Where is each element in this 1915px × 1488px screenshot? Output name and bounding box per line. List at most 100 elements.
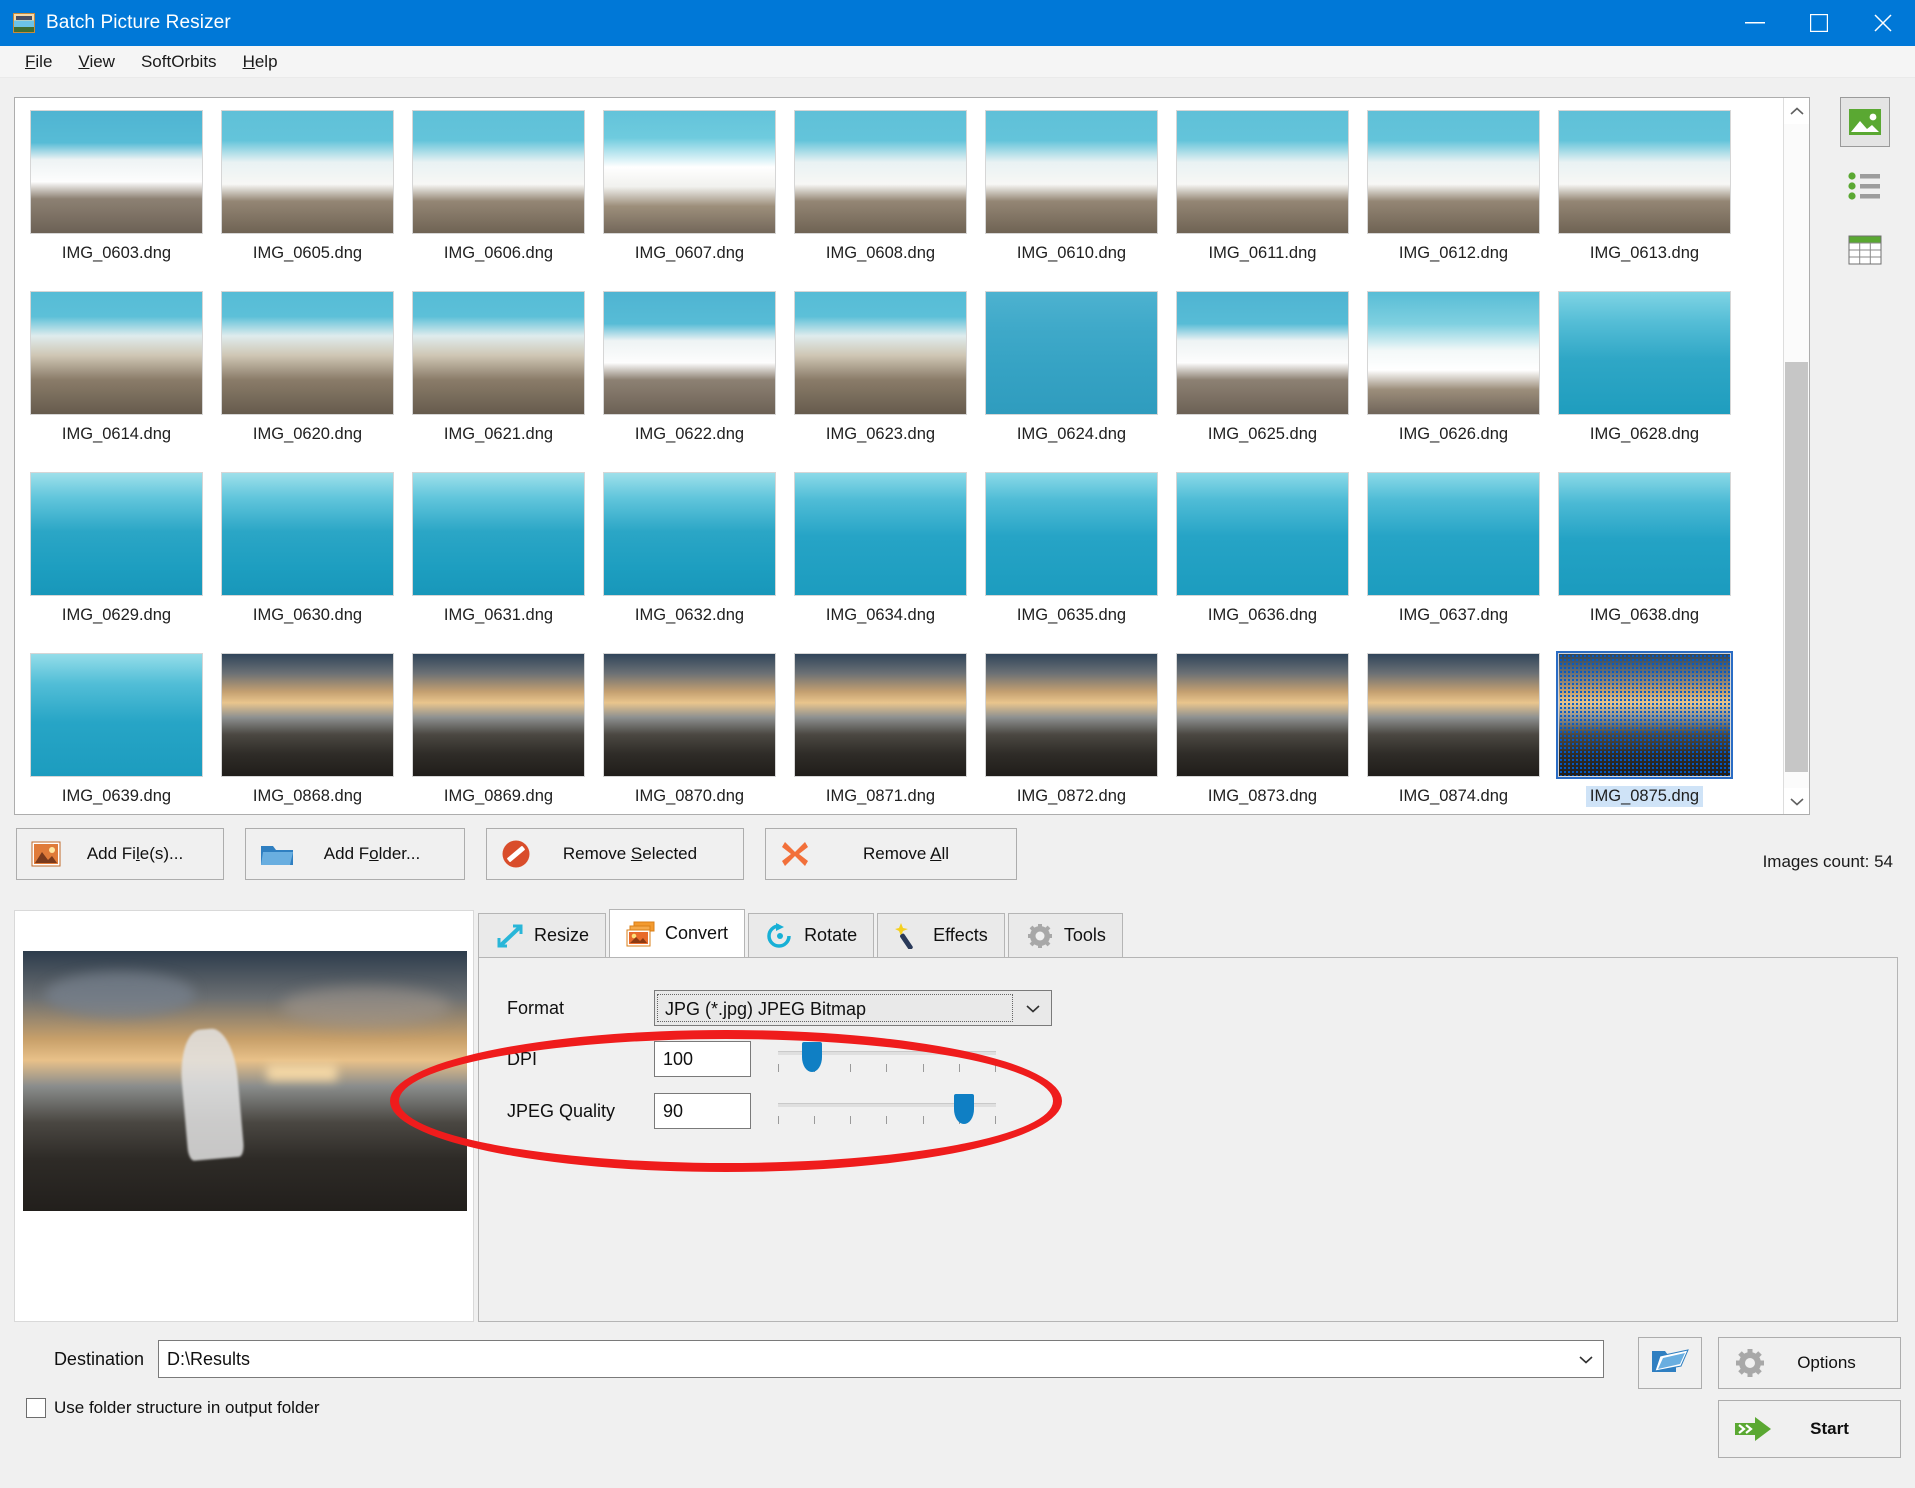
tab-effects[interactable]: Effects xyxy=(877,913,1005,957)
thumbnail-image[interactable] xyxy=(1176,110,1349,234)
start-button[interactable]: Start xyxy=(1718,1400,1901,1458)
thumbnail-item[interactable]: IMG_0611.dng xyxy=(1167,106,1358,287)
use-folder-structure-row[interactable]: Use folder structure in output folder xyxy=(26,1398,320,1418)
thumbnail-item[interactable]: IMG_0869.dng xyxy=(403,649,594,814)
scrollbar-track[interactable] xyxy=(1784,124,1809,788)
thumbnail-item[interactable]: IMG_0610.dng xyxy=(976,106,1167,287)
quality-slider[interactable] xyxy=(778,1094,996,1128)
thumbnail-image[interactable] xyxy=(1367,291,1540,415)
thumbnail-item[interactable]: IMG_0871.dng xyxy=(785,649,976,814)
thumbnail-image[interactable] xyxy=(603,472,776,596)
thumbnail-item[interactable]: IMG_0628.dng xyxy=(1549,287,1740,468)
remove-selected-button[interactable]: Remove Selected xyxy=(486,828,744,880)
add-files-button[interactable]: Add File(s)... xyxy=(16,828,224,880)
thumbnail-image[interactable] xyxy=(794,291,967,415)
thumbnail-image[interactable] xyxy=(1558,472,1731,596)
browse-destination-button[interactable] xyxy=(1638,1337,1702,1389)
add-folder-button[interactable]: Add Folder... xyxy=(245,828,465,880)
thumbnail-image[interactable] xyxy=(30,291,203,415)
thumbnail-item[interactable]: IMG_0629.dng xyxy=(21,468,212,649)
thumbnail-image[interactable] xyxy=(221,291,394,415)
thumbnail-image[interactable] xyxy=(221,653,394,777)
tab-convert[interactable]: Convert xyxy=(609,909,746,957)
thumbnail-item[interactable]: IMG_0872.dng xyxy=(976,649,1167,814)
thumbnail-image[interactable] xyxy=(985,472,1158,596)
thumbnail-image[interactable] xyxy=(1558,110,1731,234)
thumbnail-item[interactable]: IMG_0605.dng xyxy=(212,106,403,287)
thumbnail-image[interactable] xyxy=(794,110,967,234)
thumbnail-item[interactable]: IMG_0621.dng xyxy=(403,287,594,468)
thumbnail-item[interactable]: IMG_0870.dng xyxy=(594,649,785,814)
thumbnail-item[interactable]: IMG_0635.dng xyxy=(976,468,1167,649)
thumbnail-scrollbar[interactable] xyxy=(1783,98,1809,814)
thumbnail-image[interactable] xyxy=(1558,291,1731,415)
thumbnail-item[interactable]: IMG_0603.dng xyxy=(21,106,212,287)
thumbnail-item[interactable]: IMG_0624.dng xyxy=(976,287,1167,468)
maximize-icon[interactable] xyxy=(1787,0,1851,46)
thumbnail-item[interactable]: IMG_0636.dng xyxy=(1167,468,1358,649)
thumbnail-item[interactable]: IMG_0875.dng xyxy=(1549,649,1740,814)
thumbnail-image[interactable] xyxy=(30,110,203,234)
thumbnail-item[interactable]: IMG_0639.dng xyxy=(21,649,212,814)
quality-input[interactable] xyxy=(654,1093,751,1129)
format-select[interactable]: JPG (*.jpg) JPEG Bitmap xyxy=(654,990,1052,1026)
thumbnail-image[interactable] xyxy=(603,110,776,234)
thumbnail-image[interactable] xyxy=(985,110,1158,234)
destination-select[interactable]: D:\Results xyxy=(158,1340,1604,1378)
thumbnail-item[interactable]: IMG_0868.dng xyxy=(212,649,403,814)
thumbnail-image[interactable] xyxy=(794,472,967,596)
thumbnail-item[interactable]: IMG_0606.dng xyxy=(403,106,594,287)
scroll-down-icon[interactable] xyxy=(1784,788,1809,814)
tab-resize[interactable]: Resize xyxy=(478,913,607,957)
thumbnail-item[interactable]: IMG_0622.dng xyxy=(594,287,785,468)
thumbnail-item[interactable]: IMG_0608.dng xyxy=(785,106,976,287)
menu-view[interactable]: View xyxy=(65,48,128,76)
dpi-slider[interactable] xyxy=(778,1042,996,1076)
thumbnail-image[interactable] xyxy=(1176,653,1349,777)
thumbnail-item[interactable]: IMG_0632.dng xyxy=(594,468,785,649)
scrollbar-thumb[interactable] xyxy=(1785,362,1808,772)
thumbnail-item[interactable]: IMG_0630.dng xyxy=(212,468,403,649)
thumbnail-image[interactable] xyxy=(221,472,394,596)
thumbnail-item[interactable]: IMG_0638.dng xyxy=(1549,468,1740,649)
thumbnail-image[interactable] xyxy=(412,472,585,596)
minimize-icon[interactable] xyxy=(1723,0,1787,46)
thumbnail-item[interactable]: IMG_0874.dng xyxy=(1358,649,1549,814)
thumbnail-image[interactable] xyxy=(1367,472,1540,596)
thumbnail-item[interactable]: IMG_0626.dng xyxy=(1358,287,1549,468)
thumbnail-image[interactable] xyxy=(603,291,776,415)
thumbnail-image[interactable] xyxy=(985,653,1158,777)
dpi-slider-knob[interactable] xyxy=(801,1042,822,1072)
thumbnail-image[interactable] xyxy=(30,653,203,777)
menu-help[interactable]: Help xyxy=(230,48,291,76)
chevron-down-icon[interactable] xyxy=(1569,1355,1603,1364)
thumbnail-item[interactable]: IMG_0612.dng xyxy=(1358,106,1549,287)
table-view-icon[interactable] xyxy=(1840,225,1890,275)
thumbnail-image[interactable] xyxy=(412,110,585,234)
thumbnail-image[interactable] xyxy=(412,653,585,777)
thumbnail-image[interactable] xyxy=(30,472,203,596)
thumbnail-item[interactable]: IMG_0613.dng xyxy=(1549,106,1740,287)
thumbnail-image[interactable] xyxy=(412,291,585,415)
thumbnail-item[interactable]: IMG_0620.dng xyxy=(212,287,403,468)
thumbnail-image[interactable] xyxy=(1176,291,1349,415)
thumbnail-view-icon[interactable] xyxy=(1840,97,1890,147)
remove-all-button[interactable]: Remove All xyxy=(765,828,1017,880)
thumbnail-item[interactable]: IMG_0637.dng xyxy=(1358,468,1549,649)
thumbnail-item[interactable]: IMG_0607.dng xyxy=(594,106,785,287)
tab-rotate[interactable]: Rotate xyxy=(748,913,875,957)
thumbnail-image[interactable] xyxy=(794,653,967,777)
thumbnail-image[interactable] xyxy=(603,653,776,777)
tab-tools[interactable]: Tools xyxy=(1007,913,1123,957)
thumbnail-item[interactable]: IMG_0614.dng xyxy=(21,287,212,468)
use-folder-structure-checkbox[interactable] xyxy=(26,1398,46,1418)
thumbnail-item[interactable]: IMG_0625.dng xyxy=(1167,287,1358,468)
thumbnail-item[interactable]: IMG_0631.dng xyxy=(403,468,594,649)
thumbnail-item[interactable]: IMG_0634.dng xyxy=(785,468,976,649)
dpi-input[interactable] xyxy=(654,1041,751,1077)
list-view-icon[interactable] xyxy=(1840,161,1890,211)
scroll-up-icon[interactable] xyxy=(1784,98,1809,124)
thumbnail-image[interactable] xyxy=(985,291,1158,415)
thumbnail-image[interactable] xyxy=(1556,651,1733,779)
thumbnail-item[interactable]: IMG_0873.dng xyxy=(1167,649,1358,814)
